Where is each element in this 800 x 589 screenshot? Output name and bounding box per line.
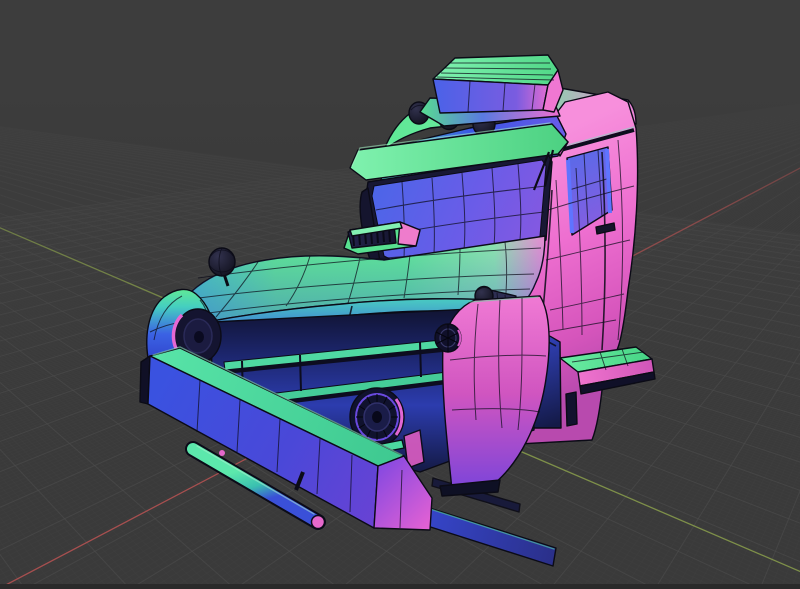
sky-background (0, 0, 800, 80)
nerf-pin (219, 450, 225, 456)
viewport-3d[interactable] (0, 0, 800, 589)
roof-box-front (432, 78, 549, 114)
running-board-post (565, 391, 578, 427)
nerf-end-cap (310, 514, 326, 530)
scene-canvas[interactable] (0, 0, 800, 589)
bottom-edge-strip (0, 584, 800, 589)
